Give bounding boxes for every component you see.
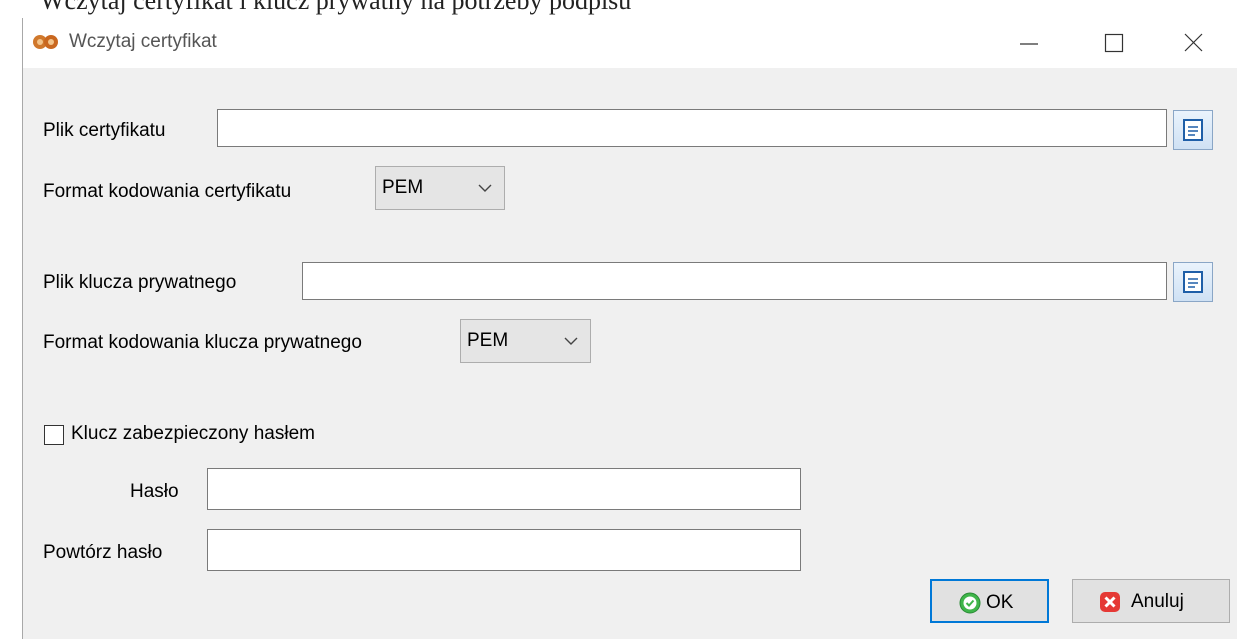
password-repeat-label: Powtórz hasło [43,542,163,563]
key-format-label: Format kodowania klucza prywatnego [43,332,362,353]
document-icon [1183,119,1203,141]
password-input[interactable] [207,468,801,510]
password-repeat-input[interactable] [207,529,801,571]
maximize-button[interactable] [1093,28,1133,58]
cert-file-input[interactable] [217,109,1167,147]
cert-file-label: Plik certyfikatu [43,120,166,141]
title-bar[interactable]: Wczytaj certyfikat [23,18,1237,68]
chevron-down-icon [564,337,578,345]
cert-file-browse-button[interactable] [1173,110,1213,150]
ok-label: OK [986,592,1014,613]
cancel-label: Anuluj [1131,591,1184,612]
background-window-strip: Wczytaj certyfikat i klucz prywatny na p… [0,0,1237,18]
ok-button[interactable]: OK [930,579,1049,623]
chevron-down-icon [478,184,492,192]
document-icon [1183,271,1203,293]
cancel-x-icon [1100,592,1120,612]
key-file-label: Plik klucza prywatnego [43,272,237,293]
close-icon [1184,33,1203,52]
password-protected-label[interactable]: Klucz zabezpieczony hasłem [71,423,315,445]
cancel-button[interactable]: Anuluj [1072,579,1230,623]
certificate-dialog: Wczytaj certyfikat Plik certyfikatu Form… [22,18,1237,639]
minimize-icon [1020,43,1038,45]
password-protected-checkbox[interactable] [44,425,64,445]
close-button[interactable] [1173,28,1213,58]
background-text: Wczytaj certyfikat i klucz prywatny na p… [40,0,632,15]
password-label: Hasło [130,481,179,502]
key-file-input[interactable] [302,262,1167,300]
maximize-icon [1104,33,1124,53]
cert-format-label: Format kodowania certyfikatu [43,181,292,202]
check-circle-icon [959,592,981,614]
cert-format-select[interactable]: PEM [375,166,505,210]
key-format-value: PEM [467,330,509,351]
key-format-select[interactable]: PEM [460,319,591,363]
app-icon [30,32,66,52]
cert-format-value: PEM [382,177,424,198]
key-file-browse-button[interactable] [1173,262,1213,302]
minimize-button[interactable] [1008,28,1048,58]
window-title: Wczytaj certyfikat [69,31,217,52]
